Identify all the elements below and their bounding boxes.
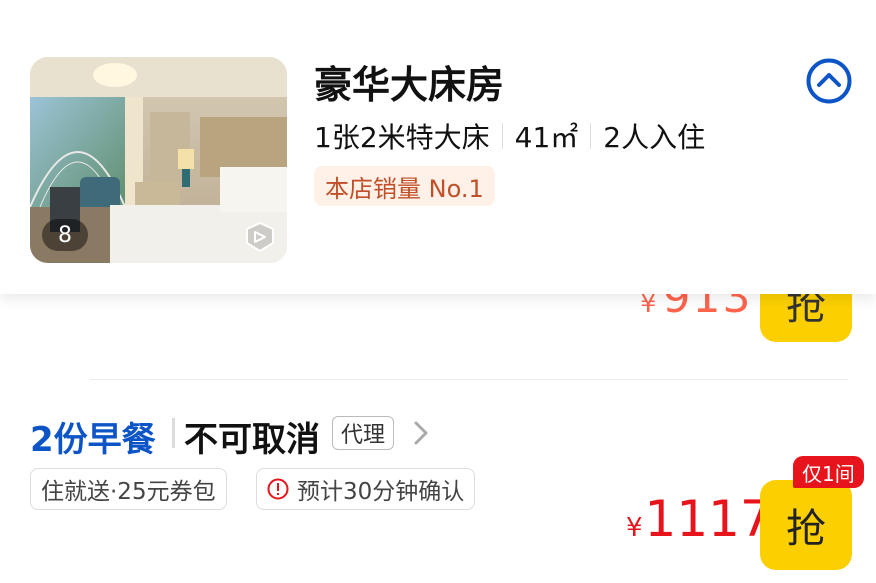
currency-symbol: ¥	[626, 513, 643, 543]
room-specs: 1张2米特大床 41㎡ 2人入住	[314, 116, 705, 156]
stock-badge: 仅1间	[793, 456, 864, 488]
spec-separator	[501, 123, 503, 149]
room-header-card: 8 豪华大床房 1张2米特大床 41㎡ 2人入住 本店销量 No.1	[0, 0, 876, 294]
sales-rank-tag: 本店销量 No.1	[314, 166, 495, 206]
room-title: 豪华大床房	[314, 63, 505, 107]
vr-tour-icon[interactable]	[245, 221, 275, 253]
confirmation-time-tag: 预计30分钟确认	[256, 468, 476, 510]
offer-price: ¥ 1117	[626, 490, 772, 548]
room-photo[interactable]: 8	[30, 57, 287, 263]
confirmation-time-text: 预计30分钟确认	[297, 479, 465, 505]
spec-separator	[590, 123, 592, 149]
chevron-right-icon[interactable]	[412, 420, 430, 446]
grab-button[interactable]: 抢	[760, 480, 852, 570]
coupon-perk-tag: 住就送·25元券包	[30, 468, 227, 510]
alert-icon	[267, 478, 289, 500]
room-area: 41㎡	[514, 121, 579, 154]
price-value: 1117	[644, 490, 772, 548]
chevron-up-icon[interactable]	[806, 58, 852, 104]
occupancy: 2人入住	[603, 121, 706, 154]
agent-tag[interactable]: 代理	[332, 416, 395, 450]
cancel-policy: 不可取消	[184, 420, 320, 460]
breakfast-info: 2份早餐	[30, 420, 156, 460]
bed-info: 1张2米特大床	[314, 121, 490, 154]
meal-separator	[172, 418, 175, 448]
photo-count-badge: 8	[42, 219, 88, 251]
offer-divider	[90, 379, 848, 380]
